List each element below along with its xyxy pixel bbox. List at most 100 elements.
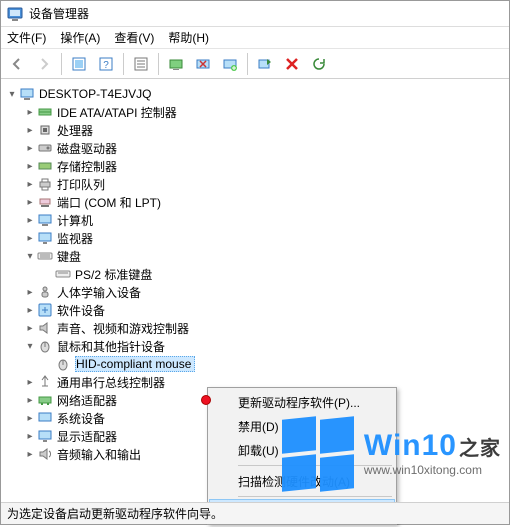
expander-icon[interactable]: ▾ <box>23 339 37 353</box>
computer-icon <box>37 212 53 228</box>
expander-icon[interactable]: ▸ <box>23 159 37 173</box>
node-label: 鼠标和其他指针设备 <box>57 338 165 355</box>
controller-icon <box>37 104 53 120</box>
tree-root[interactable]: ▾ DESKTOP-T4EJVJQ <box>5 85 505 103</box>
toolbar-disable-button[interactable] <box>191 52 215 76</box>
menu-help[interactable]: 帮助(H) <box>168 29 209 46</box>
device-manager-window: 设备管理器 文件(F) 操作(A) 查看(V) 帮助(H) ? ▾ DESKTO… <box>0 0 510 525</box>
node-label: 磁盘驱动器 <box>57 140 117 157</box>
expander-icon[interactable]: ▸ <box>23 195 37 209</box>
tree-node-mouse-cat[interactable]: ▾ 鼠标和其他指针设备 <box>23 337 505 355</box>
tree-node-ide[interactable]: ▸ IDE ATA/ATAPI 控制器 <box>23 103 505 121</box>
annotation-marker-icon <box>201 395 211 405</box>
node-label: 存储控制器 <box>57 158 117 175</box>
app-icon <box>7 6 23 22</box>
monitor-icon <box>37 230 53 246</box>
node-label: 键盘 <box>57 248 81 265</box>
expander-icon[interactable]: ▸ <box>23 141 37 155</box>
toolbar-forward-button[interactable] <box>32 52 56 76</box>
toolbar-show-hidden-button[interactable] <box>67 52 91 76</box>
node-label: 显示适配器 <box>57 428 117 445</box>
ctx-label: 卸载(U) <box>238 442 279 459</box>
tree-node-sound[interactable]: ▸ 声音、视频和游戏控制器 <box>23 319 505 337</box>
ctx-label: 更新驱动程序软件(P)... <box>238 394 360 411</box>
expander-icon[interactable]: ▸ <box>23 231 37 245</box>
toolbar-delete-button[interactable] <box>280 52 304 76</box>
tree-node-disk[interactable]: ▸ 磁盘驱动器 <box>23 139 505 157</box>
expander-icon[interactable]: ▸ <box>23 321 37 335</box>
ctx-separator <box>238 496 392 497</box>
expander-icon[interactable]: ▸ <box>23 447 37 461</box>
tree-node-storage[interactable]: ▸ 存储控制器 <box>23 157 505 175</box>
node-label: 网络适配器 <box>57 392 117 409</box>
ctx-label: 扫描检测硬件改动(A) <box>238 473 350 490</box>
display-icon <box>37 428 53 444</box>
cpu-icon <box>37 122 53 138</box>
node-label: 计算机 <box>57 212 93 229</box>
expander-icon[interactable]: ▸ <box>23 393 37 407</box>
mouse-icon <box>37 338 53 354</box>
node-label: 监视器 <box>57 230 93 247</box>
toolbar-properties-button[interactable] <box>129 52 153 76</box>
toolbar-uninstall-button[interactable] <box>218 52 242 76</box>
keyboard-icon <box>37 248 53 264</box>
expander-icon[interactable]: ▸ <box>23 375 37 389</box>
expander-icon[interactable]: ▸ <box>23 105 37 119</box>
statusbar: 为选定设备启动更新驱动程序软件向导。 <box>1 502 509 524</box>
tree-node-monitor[interactable]: ▸ 监视器 <box>23 229 505 247</box>
usb-icon <box>37 374 53 390</box>
tree-node-sw[interactable]: ▸ 软件设备 <box>23 301 505 319</box>
menu-action[interactable]: 操作(A) <box>60 29 100 46</box>
tree-node-ports[interactable]: ▸ 端口 (COM 和 LPT) <box>23 193 505 211</box>
node-label: 音频输入和输出 <box>57 446 141 463</box>
toolbar-separator <box>247 53 248 75</box>
titlebar: 设备管理器 <box>1 1 509 27</box>
menu-view[interactable]: 查看(V) <box>114 29 154 46</box>
tree-node-cpu[interactable]: ▸ 处理器 <box>23 121 505 139</box>
tree-node-hid[interactable]: ▸ 人体学输入设备 <box>23 283 505 301</box>
storage-icon <box>37 158 53 174</box>
ctx-update-driver[interactable]: 更新驱动程序软件(P)... <box>210 390 394 414</box>
toolbar-refresh-button[interactable] <box>307 52 331 76</box>
toolbar-help-button[interactable]: ? <box>94 52 118 76</box>
ctx-disable[interactable]: 禁用(D) <box>210 414 394 438</box>
menu-file[interactable]: 文件(F) <box>7 29 46 46</box>
node-label: 处理器 <box>57 122 93 139</box>
hid-icon <box>37 284 53 300</box>
expander-icon[interactable]: ▾ <box>5 87 19 101</box>
ctx-separator <box>238 465 392 466</box>
tree-node-keyboard[interactable]: ▾ 键盘 <box>23 247 505 265</box>
svg-text:?: ? <box>103 60 109 71</box>
toolbar-back-button[interactable] <box>5 52 29 76</box>
sound-icon <box>37 320 53 336</box>
expander-icon[interactable]: ▾ <box>23 249 37 263</box>
keyboard-icon <box>55 266 71 282</box>
ctx-scan[interactable]: 扫描检测硬件改动(A) <box>210 469 394 493</box>
expander-icon[interactable]: ▸ <box>23 411 37 425</box>
expander-icon[interactable]: ▸ <box>23 429 37 443</box>
tree-node-ps2[interactable]: ▸ PS/2 标准键盘 <box>41 265 505 283</box>
expander-icon[interactable]: ▸ <box>23 177 37 191</box>
software-icon <box>37 302 53 318</box>
tree-node-printq[interactable]: ▸ 打印队列 <box>23 175 505 193</box>
audio-icon <box>37 446 53 462</box>
network-icon <box>37 392 53 408</box>
tree-node-hid-mouse[interactable]: ▸ HID-compliant mouse <box>41 355 505 373</box>
node-label: 通用串行总线控制器 <box>57 374 165 391</box>
tree-node-computer[interactable]: ▸ 计算机 <box>23 211 505 229</box>
expander-icon[interactable]: ▸ <box>23 213 37 227</box>
expander-icon[interactable]: ▸ <box>23 303 37 317</box>
computer-icon <box>19 86 35 102</box>
expander-icon[interactable]: ▸ <box>23 123 37 137</box>
status-text: 为选定设备启动更新驱动程序软件向导。 <box>7 505 223 522</box>
disk-icon <box>37 140 53 156</box>
node-label: 系统设备 <box>57 410 105 427</box>
node-label: PS/2 标准键盘 <box>75 266 152 283</box>
node-label: IDE ATA/ATAPI 控制器 <box>57 104 177 121</box>
node-label: 声音、视频和游戏控制器 <box>57 320 189 337</box>
node-label: DESKTOP-T4EJVJQ <box>39 87 151 101</box>
toolbar-update-driver-button[interactable] <box>164 52 188 76</box>
toolbar-scan-button[interactable] <box>253 52 277 76</box>
ctx-uninstall[interactable]: 卸载(U) <box>210 438 394 462</box>
expander-icon[interactable]: ▸ <box>23 285 37 299</box>
